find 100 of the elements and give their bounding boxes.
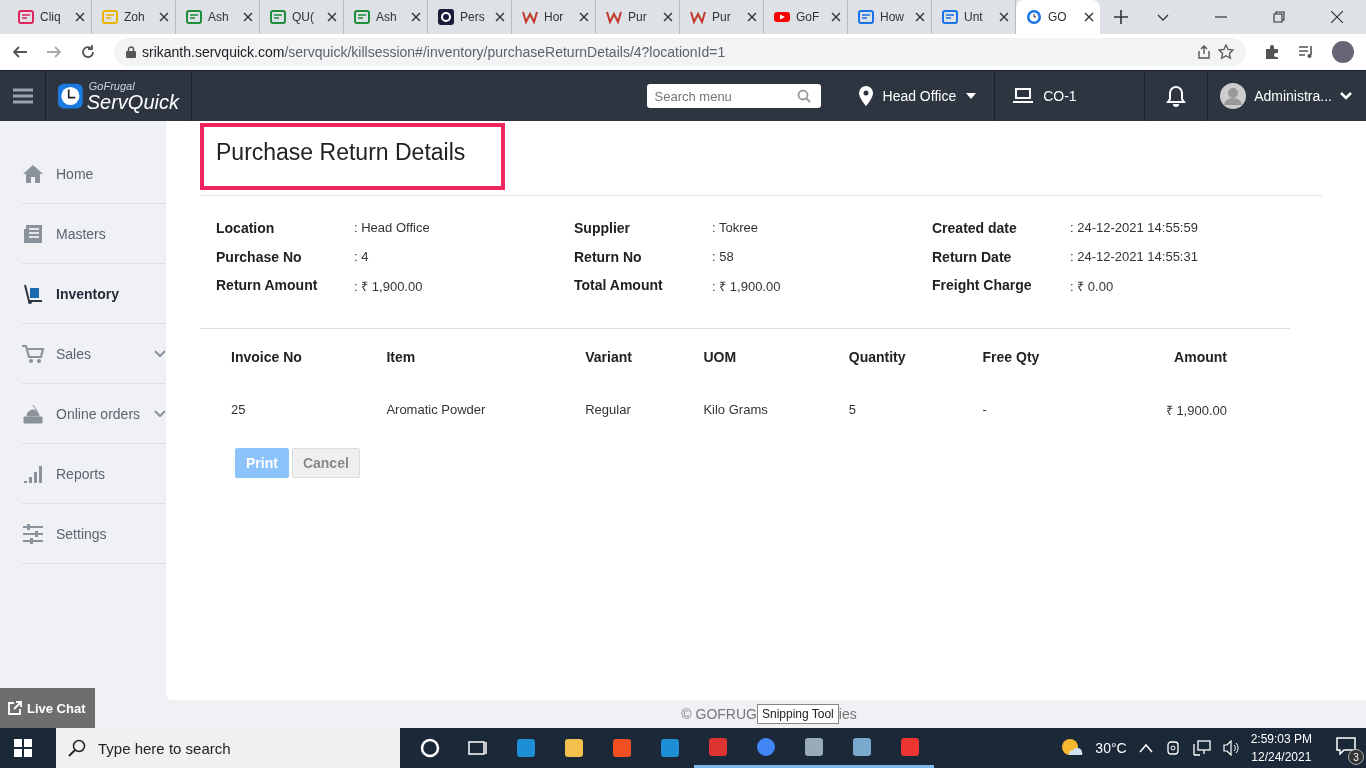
favicon-icon: [690, 9, 706, 25]
favicon-icon: [186, 9, 202, 25]
new-tab-icon[interactable]: [1114, 10, 1128, 24]
favicon-icon: [606, 9, 622, 25]
close-icon[interactable]: [747, 12, 757, 22]
chevron-up-icon[interactable]: [1138, 743, 1153, 753]
taskbar-search-field[interactable]: Type here to search: [96, 738, 380, 758]
tooltip: Snipping Tool: [756, 704, 839, 724]
close-icon[interactable]: [495, 12, 505, 22]
puzzle-icon[interactable]: [1264, 44, 1280, 60]
tab-title: Unt: [964, 10, 984, 24]
temperature: 30°C: [1095, 740, 1127, 756]
favicon-icon: [858, 9, 874, 25]
favicon-icon: [1026, 9, 1042, 25]
column-header: Amount: [1173, 347, 1228, 367]
tab-title: Ash: [376, 10, 398, 24]
cart-icon: [22, 342, 44, 365]
search-icon[interactable]: [796, 89, 811, 103]
close-icon[interactable]: [579, 12, 589, 22]
taskbar-search-box[interactable]: Type here to search: [56, 728, 400, 768]
page-title: Purchase Return Details: [200, 123, 506, 190]
table-cell-text: 25: [230, 401, 247, 419]
live-chat-button[interactable]: Live Chat: [0, 688, 95, 728]
close-icon[interactable]: [327, 12, 337, 22]
field-label: Return Date: [932, 248, 1013, 267]
close-icon[interactable]: [999, 12, 1009, 22]
tab-title: Pur: [712, 10, 732, 24]
favicon-icon: [438, 9, 454, 25]
tab-title: How: [880, 10, 905, 24]
weather-icon[interactable]: [1061, 738, 1084, 758]
field-value: : 4: [354, 248, 369, 266]
tab-title: Cliq: [40, 10, 62, 24]
field-label: Freight Charge: [932, 277, 1033, 295]
table-cell-text: -: [981, 401, 988, 419]
restore-icon[interactable]: [1273, 11, 1285, 23]
profile-avatar[interactable]: [1332, 41, 1354, 63]
tab-title: GO: [1048, 10, 1068, 24]
tab-title: Zoh: [124, 10, 146, 24]
column-header: Quantity: [847, 347, 907, 367]
field-label: Supplier: [574, 220, 631, 238]
field-label: Location: [216, 220, 276, 238]
notification-count: 3: [1348, 749, 1364, 765]
column-header: Invoice No: [230, 347, 303, 367]
bell-icon[interactable]: [1166, 85, 1187, 107]
network-icon[interactable]: [1192, 740, 1211, 756]
field-value: : 58: [712, 248, 734, 266]
url-host: srikanth.servquick.com: [142, 44, 285, 60]
favicon-icon: [522, 9, 538, 25]
footer-text: © GOFRUG: [681, 706, 757, 722]
close-icon[interactable]: [831, 12, 841, 22]
close-icon[interactable]: [663, 12, 673, 22]
sliders-icon: [22, 522, 44, 545]
media-icon[interactable]: [1298, 44, 1314, 60]
favicon-icon: [774, 9, 790, 25]
clock-date: 12/24/2021: [1251, 749, 1312, 766]
field-value: : ₹ 0.00: [1070, 278, 1114, 296]
field-value: : 24-12-2021 14:55:59: [1070, 220, 1198, 237]
speaker-icon[interactable]: [1222, 740, 1239, 756]
close-icon[interactable]: [75, 12, 85, 22]
close-icon[interactable]: [915, 12, 925, 22]
close-icon[interactable]: [159, 12, 169, 22]
table-cell-text: Kilo Grams: [702, 401, 769, 419]
field-value: : ₹ 1,900.00: [712, 278, 781, 296]
avatar-icon: [1220, 83, 1247, 109]
tab-title: Hor: [544, 10, 565, 24]
search-box[interactable]: Search menu: [646, 84, 821, 108]
reload-icon[interactable]: [80, 44, 96, 60]
user-menu[interactable]: Administra...: [1208, 70, 1366, 122]
field-value: : ₹ 1,900.00: [354, 278, 423, 296]
address-bar[interactable]: srikanth.servquick.com/servquick/killsession#/inventory/purchaseReturnDetails/4?locationId=1: [114, 38, 1246, 66]
field-label: Return No: [574, 248, 643, 267]
notification-icon[interactable]: [1336, 737, 1356, 755]
caret-icon: [966, 93, 977, 99]
menu-icon[interactable]: [13, 88, 33, 104]
hand-truck-icon: [22, 282, 44, 305]
computer-icon: [1013, 88, 1034, 104]
tab-title: QU(: [292, 10, 315, 24]
footer-text: ies: [838, 706, 857, 722]
tab-title: Pers: [460, 10, 486, 24]
close-icon[interactable]: [1331, 11, 1343, 23]
brand-name: ServQuick: [86, 91, 179, 112]
tab-title: GoF: [796, 10, 821, 24]
map-pin-icon: [858, 86, 873, 106]
clock-logo-icon: [58, 81, 83, 111]
chevron-down-icon: [1340, 92, 1352, 100]
table-cell-text: Aromatic Powder: [385, 401, 487, 419]
close-icon[interactable]: [243, 12, 253, 22]
close-icon[interactable]: [1084, 12, 1094, 22]
close-icon[interactable]: [411, 12, 421, 22]
back-icon[interactable]: [12, 44, 28, 60]
camera-icon[interactable]: [1164, 740, 1181, 756]
table-cell-text: 5: [847, 401, 857, 419]
share-icon[interactable]: [1196, 44, 1212, 60]
favicon-icon: [942, 9, 958, 25]
star-icon[interactable]: [1218, 44, 1234, 60]
browser-tab[interactable]: GO: [1016, 0, 1100, 34]
column-header: UOM: [702, 347, 738, 367]
windows-start-icon[interactable]: [14, 739, 32, 757]
field-label: Purchase No: [216, 248, 303, 267]
food-tray-icon: [22, 402, 44, 425]
